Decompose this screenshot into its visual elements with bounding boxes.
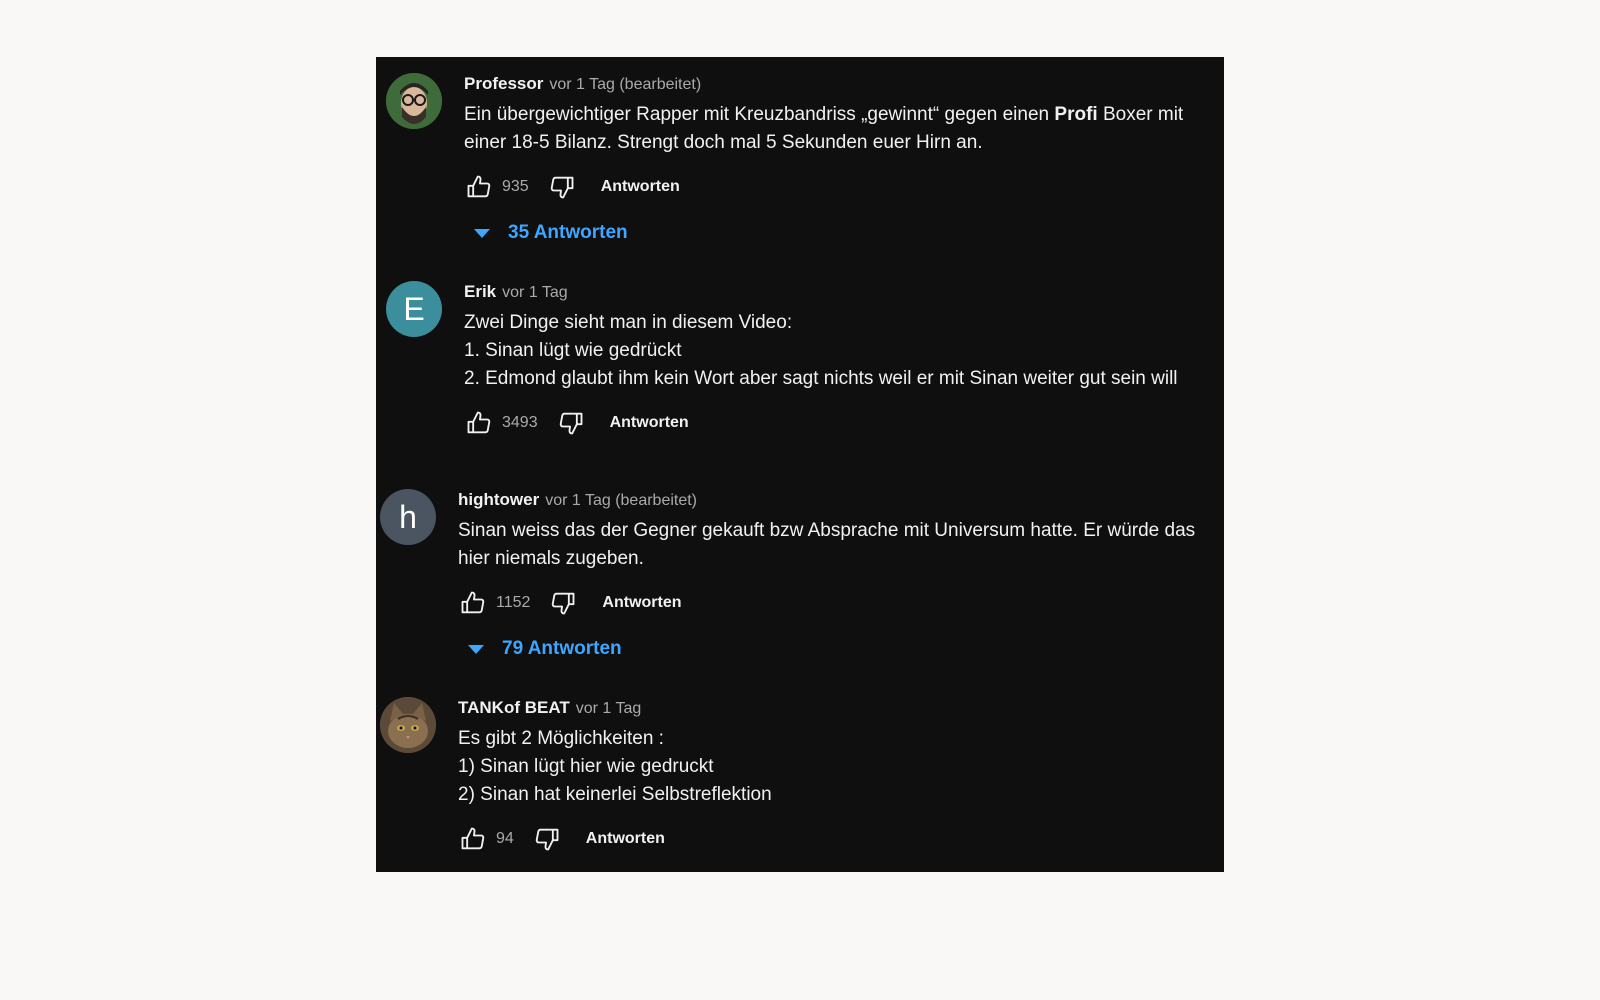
comment-text: Zwei Dinge sieht man in diesem Video: 1.… [464,312,1178,389]
triangle-down-icon [468,644,484,654]
bold-text: Profi [1054,104,1098,125]
comment-author[interactable]: hightower [458,489,539,511]
thumbs-up-icon[interactable] [464,172,494,202]
avatar[interactable] [380,697,436,753]
avatar[interactable]: h [380,489,436,545]
comment-timestamp[interactable]: vor 1 Tag (bearbeitet) [545,490,697,512]
comment-text: Es gibt 2 Möglichkeiten : 1) Sinan lügt … [458,728,772,805]
thumbs-up-icon[interactable] [464,408,494,438]
comment-text: Sinan weiss das der Gegner gekauft bzw A… [458,520,1196,569]
comment-actions: 1152 Antworten [458,585,1214,621]
like-count: 94 [496,830,514,847]
comment-timestamp[interactable]: vor 1 Tag (bearbeitet) [549,74,701,96]
reply-button[interactable]: Antworten [601,178,680,196]
like-count: 3493 [502,414,538,431]
thumbs-up-icon[interactable] [458,588,488,618]
thumbs-down-icon[interactable] [532,824,562,854]
view-replies-button[interactable]: 79 Antworten [458,631,1214,667]
thumbs-up-icon[interactable] [458,824,488,854]
triangle-down-icon [474,228,490,238]
replies-label: 35 Antworten [508,222,628,243]
comment-actions: 94 Antworten [458,821,1214,857]
thumbs-down-icon[interactable] [548,588,578,618]
avatar-letter: h [399,498,417,535]
person-glasses-beard-icon [386,73,442,129]
replies-label: 79 Antworten [502,638,622,659]
thumbs-down-icon[interactable] [556,408,586,438]
reply-button[interactable]: Antworten [586,830,665,848]
thumbs-down-icon[interactable] [547,172,577,202]
comment-author[interactable]: Professor [464,73,543,95]
cat-face-icon [380,697,436,753]
avatar[interactable] [386,73,442,129]
comment-timestamp[interactable]: vor 1 Tag [576,698,642,720]
comment-timestamp[interactable]: vor 1 Tag [502,282,568,304]
like-count: 935 [502,178,529,195]
reply-button[interactable]: Antworten [602,594,681,612]
comment-actions: 935 Antworten [464,169,1214,205]
like-count: 1152 [496,594,531,611]
reply-button[interactable]: Antworten [610,414,689,432]
comment-actions: 3493 Antworten [464,405,1214,441]
comment-author[interactable]: Erik [464,281,496,303]
avatar-letter: E [403,290,425,327]
avatar[interactable]: E [386,281,442,337]
comments-panel: Professor vor 1 Tag (bearbeitet) Ein übe… [376,57,1224,872]
view-replies-button[interactable]: 35 Antworten [464,215,1214,251]
comment-text: Ein übergewichtiger Rapper mit Kreuzband… [464,104,1184,153]
comment-author[interactable]: TANKof BEAT [458,697,570,719]
